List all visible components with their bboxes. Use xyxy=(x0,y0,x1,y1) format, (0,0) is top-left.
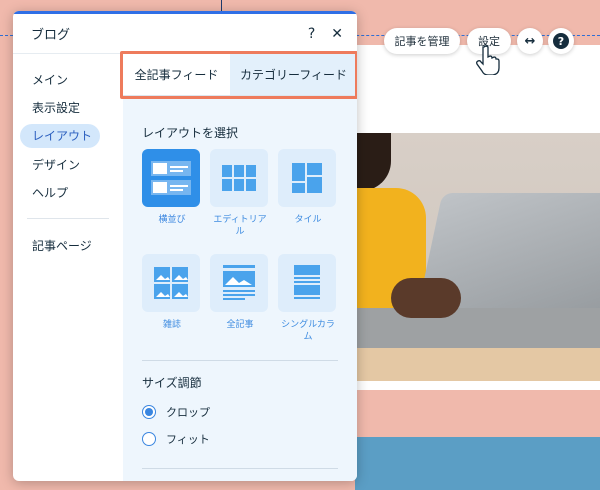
radio-label: フィット xyxy=(166,433,210,446)
layout-option-side-by-side[interactable]: 横並び xyxy=(142,149,202,226)
layout-option-tiles[interactable]: タイル xyxy=(278,149,338,226)
sidebar-item-post-page[interactable]: 記事ページ xyxy=(20,234,100,258)
layout-option-label: 雑誌 xyxy=(162,320,181,330)
sidebar-item-main[interactable]: メイン xyxy=(20,68,100,92)
sidebar-divider xyxy=(27,218,109,219)
tiles-layout-icon xyxy=(292,163,322,193)
canvas-strip xyxy=(355,437,600,490)
size-section-title: サイズ調節 xyxy=(142,376,202,390)
tabs-highlight-box xyxy=(120,51,357,99)
radio-fit[interactable]: フィット xyxy=(142,431,210,447)
layout-option-editorial[interactable]: エディトリアル xyxy=(210,149,270,238)
blog-post-image xyxy=(356,133,600,381)
panel-help-icon[interactable]: ? xyxy=(308,26,315,42)
radio-label: クロップ xyxy=(166,406,210,419)
one-column-layout-icon xyxy=(294,265,320,299)
sidebar-item-help[interactable]: ヘルプ xyxy=(20,181,100,205)
help-button[interactable]: ? xyxy=(548,28,574,54)
hand-pointer-cursor-icon xyxy=(476,45,500,75)
stretch-icon: ↔ xyxy=(524,33,536,49)
layout-option-label: タイル xyxy=(294,215,322,225)
side-by-side-layout-icon xyxy=(151,161,191,195)
full-post-layout-icon xyxy=(223,265,255,300)
layout-section-title: レイアウトを選択 xyxy=(142,126,239,140)
section-divider xyxy=(142,360,338,361)
layout-option-one-column[interactable]: シングルカラム xyxy=(278,254,338,343)
radio-crop[interactable]: クロップ xyxy=(142,404,210,420)
layout-option-label: エディトリアル xyxy=(213,215,267,237)
blog-settings-panel: ブログ ? ✕ メイン 表示設定 レイアウト デザイン ヘルプ 記事ページ 全記… xyxy=(13,11,357,481)
stretch-button[interactable]: ↔ xyxy=(517,28,543,54)
radio-button[interactable] xyxy=(142,432,156,446)
sidebar-item-display[interactable]: 表示設定 xyxy=(20,96,100,120)
layout-option-label: シングルカラム xyxy=(281,320,335,342)
layout-option-magazine[interactable]: 雑誌 xyxy=(142,254,202,331)
layout-option-label: 横並び xyxy=(158,215,186,225)
layout-option-label: 全記事 xyxy=(226,320,254,330)
sidebar-item-design[interactable]: デザイン xyxy=(20,153,100,177)
panel-title: ブログ xyxy=(31,28,71,43)
section-divider xyxy=(142,468,338,469)
panel-content: 全記事フィード カテゴリーフィード レイアウトを選択 横並び エディトリアル タ… xyxy=(123,54,357,481)
help-icon: ? xyxy=(553,33,569,49)
layout-option-full-post[interactable]: 全記事 xyxy=(210,254,270,331)
panel-sidebar: メイン 表示設定 レイアウト デザイン ヘルプ 記事ページ xyxy=(13,54,123,481)
sidebar-item-layout[interactable]: レイアウト xyxy=(20,124,100,148)
panel-header: ブログ ? ✕ xyxy=(13,14,357,54)
magazine-layout-icon xyxy=(154,267,188,299)
manage-posts-button[interactable]: 記事を管理 xyxy=(384,28,460,54)
editorial-layout-icon xyxy=(222,165,256,191)
panel-close-icon[interactable]: ✕ xyxy=(331,26,343,42)
radio-button-checked[interactable] xyxy=(142,405,156,419)
